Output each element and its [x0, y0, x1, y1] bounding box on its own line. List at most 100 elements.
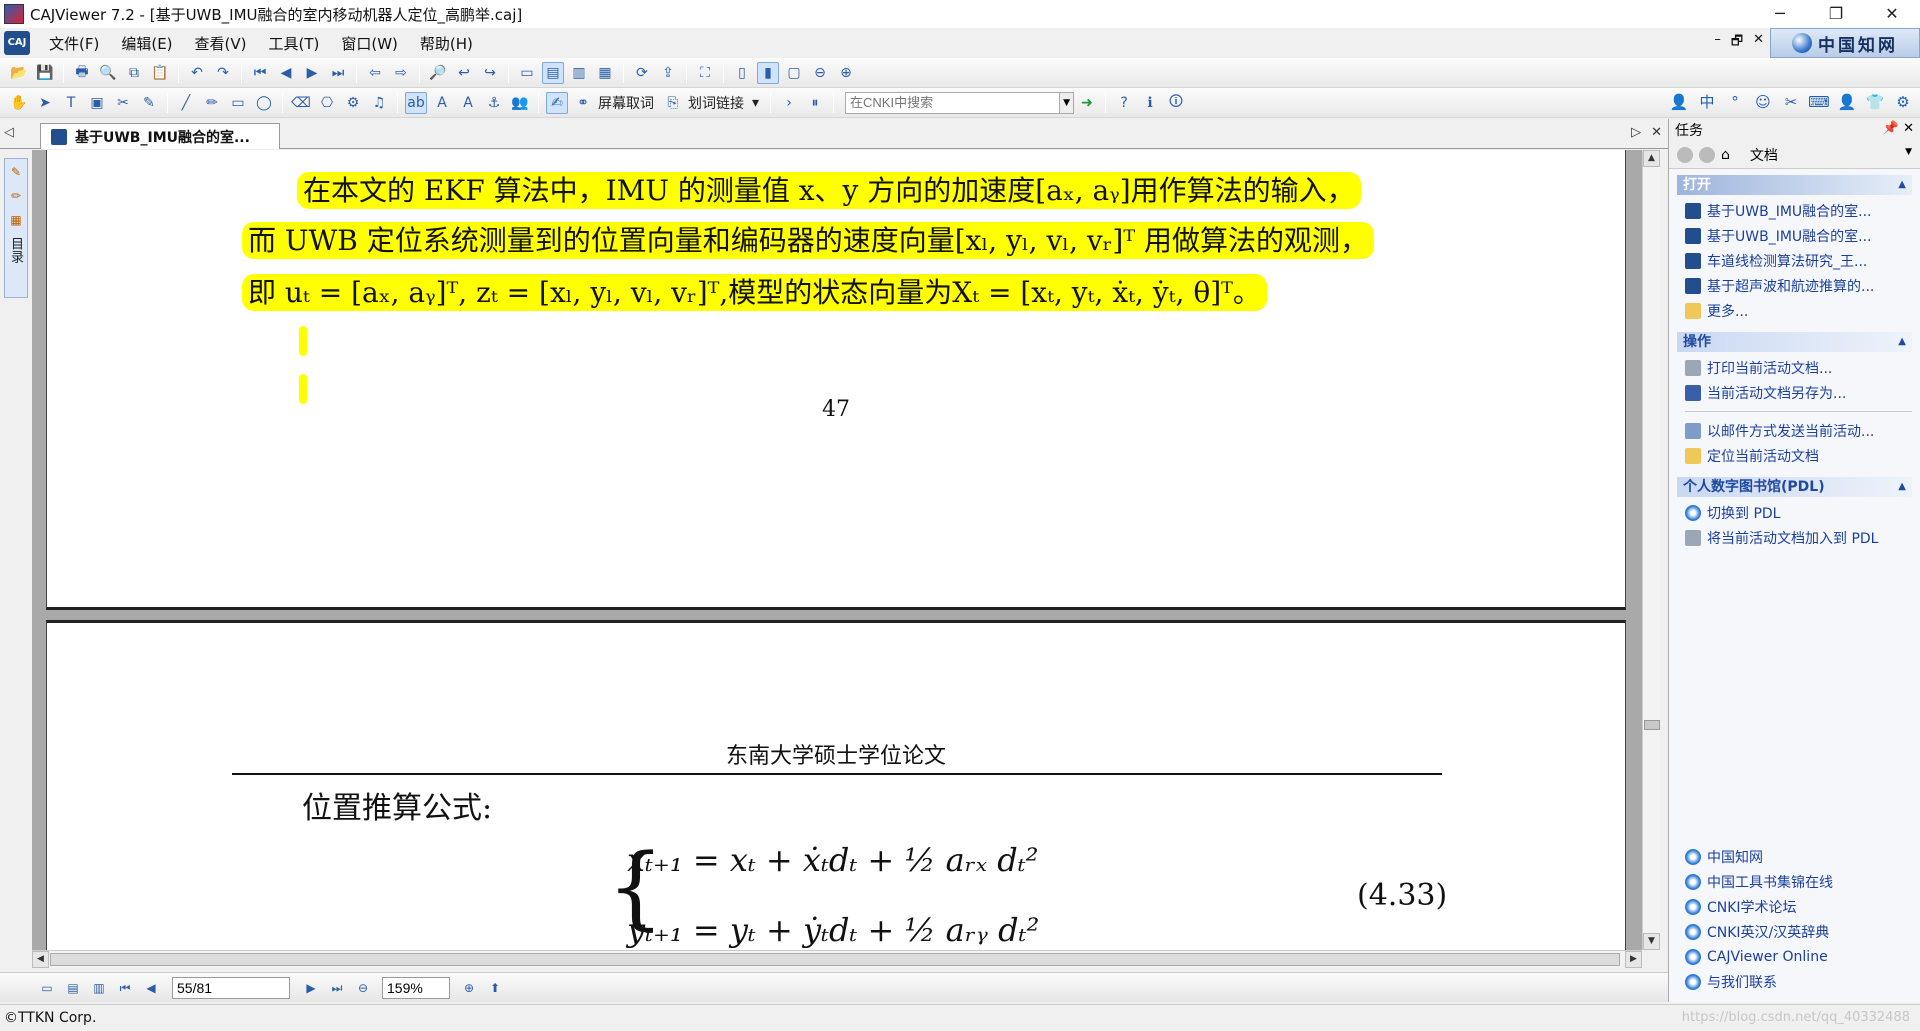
- tab-scroll-right-icon[interactable]: ▷: [1631, 125, 1641, 140]
- prev-page-icon[interactable]: ◀: [275, 62, 297, 84]
- back-icon[interactable]: ⇦: [364, 62, 386, 84]
- prev-page-icon[interactable]: ◀: [141, 978, 161, 998]
- minimize-button[interactable]: ─: [1752, 0, 1808, 28]
- line-icon[interactable]: ╱: [175, 92, 197, 114]
- go-up-icon[interactable]: ⬆: [485, 978, 505, 998]
- gear-icon[interactable]: ⚙: [1892, 91, 1914, 113]
- single-page-icon[interactable]: ▭: [516, 62, 538, 84]
- scroll-left-icon[interactable]: ◀: [32, 951, 49, 968]
- word-link-dropdown-icon[interactable]: ▾: [752, 95, 759, 111]
- scroll-right-icon[interactable]: ▶: [1625, 951, 1642, 968]
- recent-file-link[interactable]: 基于UWB_IMU融合的室...: [1685, 198, 1912, 223]
- book-view-icon[interactable]: ▦: [594, 62, 616, 84]
- continuous-page-icon[interactable]: ▤: [542, 61, 564, 84]
- cnki-search-input[interactable]: [845, 91, 1061, 114]
- about-icon[interactable]: ℹ: [1139, 92, 1161, 114]
- user-icon[interactable]: 👤: [1668, 91, 1690, 113]
- web-link[interactable]: 中国工具书集锦在线: [1685, 869, 1833, 894]
- doc-restore-button[interactable]: 🗗: [1731, 32, 1743, 54]
- scroll-up-icon[interactable]: ▲: [1643, 150, 1660, 167]
- undo-icon[interactable]: ↶: [186, 62, 208, 84]
- word-link-icon[interactable]: ⎘: [662, 92, 684, 114]
- section-ops-title[interactable]: 操作 ▲: [1677, 332, 1912, 352]
- collapse-icon[interactable]: ▲: [1898, 332, 1906, 352]
- menu-window[interactable]: 窗口(W): [330, 33, 409, 54]
- search-dropdown-icon[interactable]: ▼: [1060, 91, 1075, 114]
- zoom-out-icon[interactable]: ⊖: [353, 978, 373, 998]
- annotation-icon[interactable]: ✎: [7, 165, 25, 183]
- section-open-title[interactable]: 打开 ▲: [1677, 175, 1912, 195]
- word-link-button[interactable]: 划词链接: [688, 93, 744, 113]
- more-files-link[interactable]: 更多...: [1685, 298, 1912, 323]
- fit-page-icon[interactable]: ▢: [783, 62, 805, 84]
- web-link[interactable]: CAJViewer Online: [1685, 944, 1833, 969]
- maximize-button[interactable]: ❐: [1808, 0, 1864, 28]
- section-pdl-title[interactable]: 个人数字图书馆(PDL) ▲: [1677, 477, 1912, 497]
- locate-doc-link[interactable]: 定位当前活动文档: [1685, 443, 1912, 468]
- vertical-scroll-thumb[interactable]: [1644, 720, 1660, 730]
- nav-forward-icon[interactable]: [1699, 146, 1715, 163]
- last-page-icon[interactable]: ⏭: [327, 978, 347, 998]
- task-panel-nav-label[interactable]: 文档: [1750, 145, 1778, 165]
- ellipse-icon[interactable]: ◯: [253, 92, 275, 114]
- zoom-in-icon[interactable]: ⊕: [459, 978, 479, 998]
- users-icon[interactable]: 👥: [509, 92, 531, 114]
- last-page-icon[interactable]: ⏭: [327, 62, 349, 84]
- web-link[interactable]: 与我们联系: [1685, 969, 1833, 994]
- info-icon[interactable]: 🛈: [1165, 92, 1187, 114]
- menu-view[interactable]: 查看(V): [184, 33, 258, 54]
- nav-pause-icon[interactable]: ⏸: [804, 92, 826, 114]
- menu-file[interactable]: 文件(F): [38, 33, 110, 54]
- rectangle-icon[interactable]: ▭: [227, 92, 249, 114]
- collapse-icon[interactable]: ▲: [1898, 175, 1906, 195]
- facing-pages-icon[interactable]: ▥: [568, 62, 590, 84]
- save-icon[interactable]: 💾: [34, 62, 56, 84]
- caj-logo-icon[interactable]: CAJ: [4, 31, 30, 55]
- redo-icon[interactable]: ↷: [212, 62, 234, 84]
- tab-close-icon[interactable]: ✕: [1651, 125, 1662, 140]
- text-select-icon[interactable]: T: [60, 92, 82, 114]
- web-link[interactable]: CNKI学术论坛: [1685, 894, 1833, 919]
- select-tool-icon[interactable]: ➤: [34, 92, 56, 114]
- underline-icon[interactable]: A: [457, 92, 479, 114]
- recent-file-link[interactable]: 基于超声波和航迹推算的...: [1685, 273, 1912, 298]
- pen-icon[interactable]: ✏: [7, 189, 25, 207]
- doc-minimize-button[interactable]: –: [1714, 32, 1721, 54]
- nav-prev-icon[interactable]: ›: [778, 92, 800, 114]
- nav-back-icon[interactable]: [1677, 146, 1693, 163]
- pencil-icon[interactable]: ✏: [201, 92, 223, 114]
- stamp-icon[interactable]: ⎔: [316, 92, 338, 114]
- next-page-icon[interactable]: ▶: [301, 62, 323, 84]
- eraser-icon[interactable]: ⌫: [290, 92, 312, 114]
- anchor-icon[interactable]: ⚓: [483, 92, 505, 114]
- first-page-icon[interactable]: ⏮: [115, 978, 135, 998]
- highlight-icon[interactable]: ab: [405, 91, 427, 114]
- actual-size-icon[interactable]: ▯: [731, 62, 753, 84]
- ocr-icon[interactable]: ✂: [112, 92, 134, 114]
- print-preview-icon[interactable]: 🔍: [97, 62, 119, 84]
- rotate-icon[interactable]: ⟳: [631, 62, 653, 84]
- paste-icon[interactable]: 📋: [149, 62, 171, 84]
- vertical-scrollbar[interactable]: ▲ ▼: [1642, 150, 1660, 950]
- zoom-input[interactable]: [382, 976, 450, 999]
- note-icon[interactable]: ✎: [138, 92, 160, 114]
- scroll-down-icon[interactable]: ▼: [1643, 933, 1660, 950]
- menu-help[interactable]: 帮助(H): [409, 33, 484, 54]
- strikeout-icon[interactable]: A: [431, 92, 453, 114]
- tab-scroll-left-icon[interactable]: ◁: [4, 125, 14, 140]
- view-single-icon[interactable]: ▭: [37, 978, 57, 998]
- view-continuous-icon[interactable]: ▤: [63, 978, 83, 998]
- tools-icon[interactable]: ✂: [1780, 91, 1802, 113]
- doc-close-button[interactable]: ✕: [1753, 32, 1764, 54]
- web-link[interactable]: 中国知网: [1685, 844, 1833, 869]
- recent-file-link[interactable]: 车道线检测算法研究_王...: [1685, 248, 1912, 273]
- open-icon[interactable]: 📂: [8, 62, 30, 84]
- horizontal-scrollbar[interactable]: ◀ ▶: [32, 950, 1642, 968]
- recent-file-link[interactable]: 基于UWB_IMU融合的室...: [1685, 223, 1912, 248]
- outline-icon[interactable]: ▦: [7, 213, 25, 231]
- document-view[interactable]: 在本文的 EKF 算法中，IMU 的测量值 x、y 方向的加速度[aₓ, aᵧ]…: [32, 150, 1642, 950]
- fit-width-icon[interactable]: ▮: [757, 61, 779, 84]
- link-icon[interactable]: ⚭: [572, 92, 594, 114]
- print-icon[interactable]: 🖶: [71, 62, 93, 84]
- audio-icon[interactable]: ♫: [368, 92, 390, 114]
